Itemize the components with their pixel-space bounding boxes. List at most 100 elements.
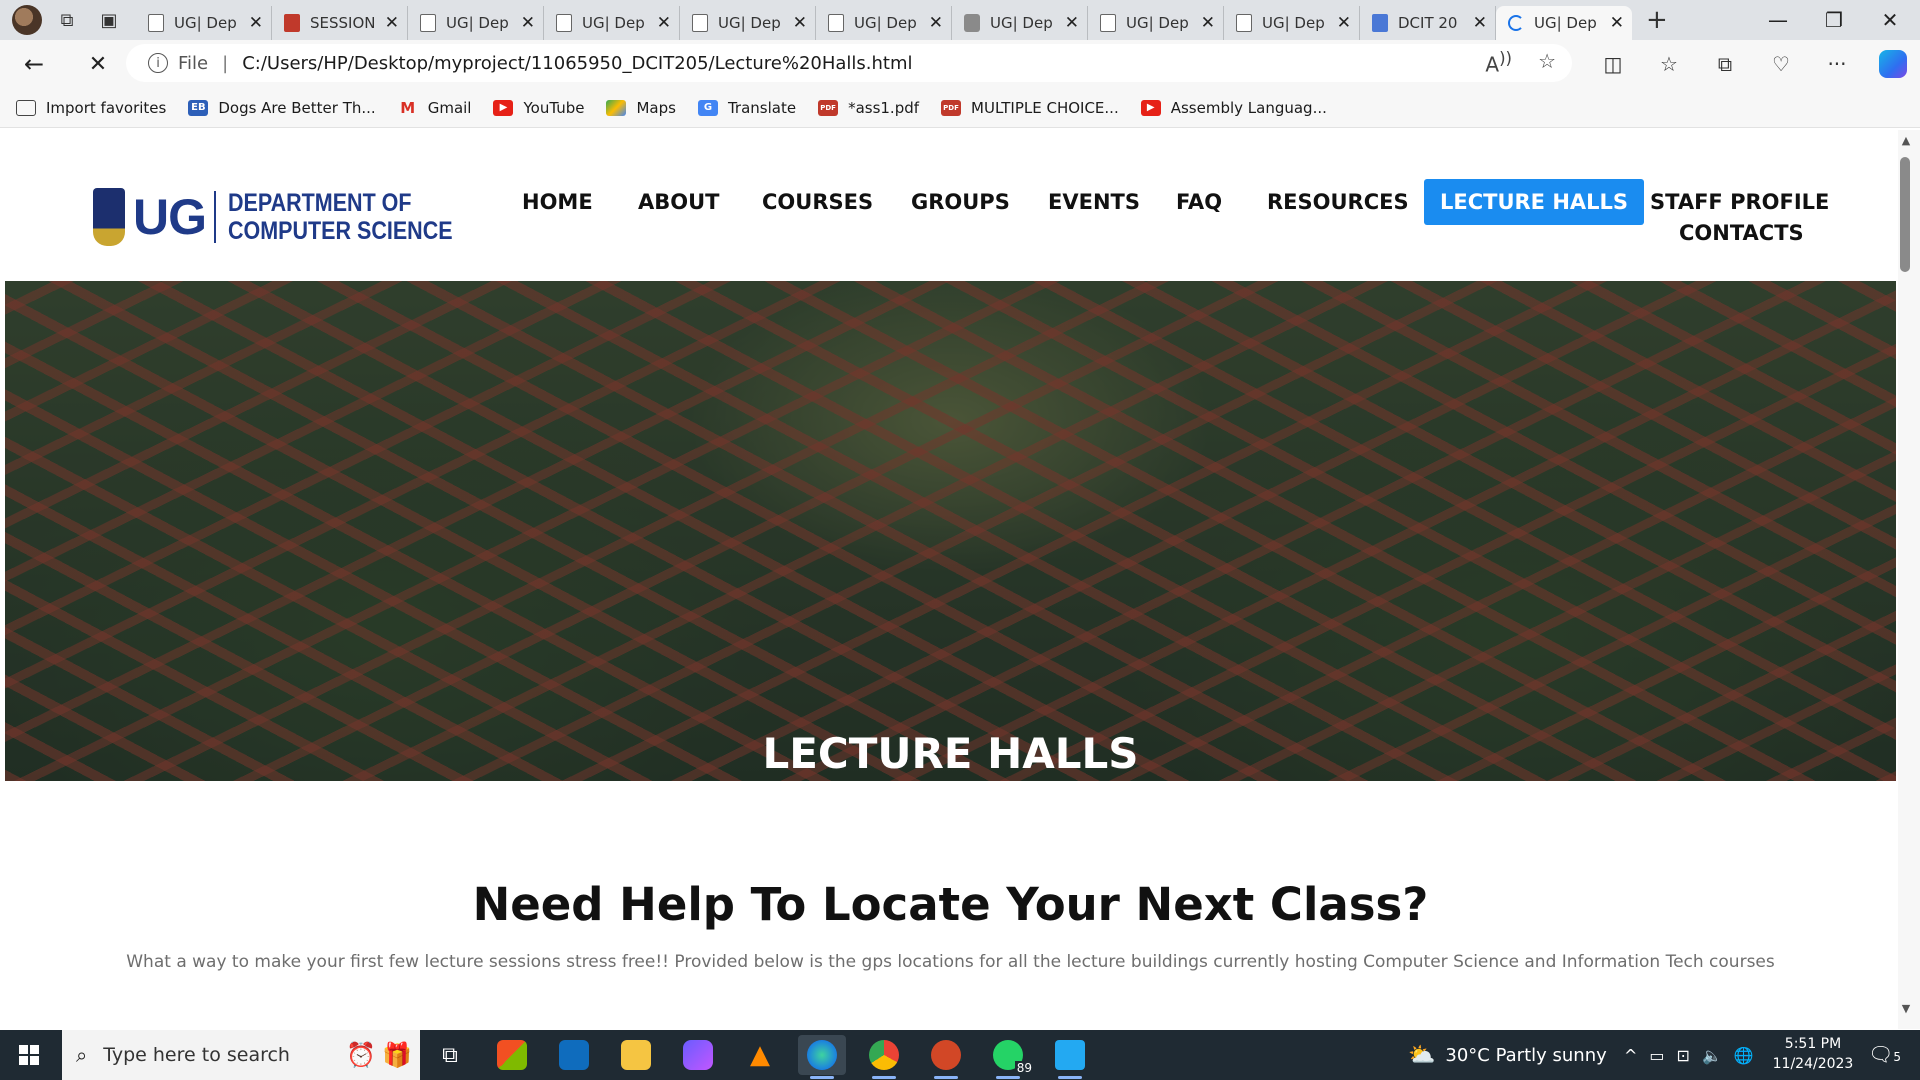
task-view-icon[interactable]: ⧉ xyxy=(426,1035,474,1075)
network-globe-icon[interactable]: 🌐 xyxy=(1734,1046,1754,1065)
weather-widget[interactable]: ⛅ 30°C Partly sunny xyxy=(1408,1030,1607,1080)
favorite-item[interactable]: ▶ Assembly Languag... xyxy=(1140,99,1327,117)
notifications-icon[interactable]: 🗨5 xyxy=(1868,1042,1901,1066)
search-placeholder: Type here to search xyxy=(103,1044,290,1066)
favorite-item[interactable]: EB Dogs Are Better Th... xyxy=(188,99,376,117)
nav-contacts[interactable]: CONTACTS xyxy=(1663,210,1820,256)
browser-tab[interactable]: SESSION ✕ xyxy=(272,6,408,40)
vlc-icon[interactable]: ▲ xyxy=(736,1035,784,1075)
close-tab-icon[interactable]: ✕ xyxy=(1610,13,1624,33)
powerpoint-icon[interactable] xyxy=(922,1035,970,1079)
close-tab-icon[interactable]: ✕ xyxy=(1473,13,1487,33)
browser-tab-active[interactable]: UG| Dep ✕ xyxy=(1496,6,1632,40)
browser-tab[interactable]: UG| Dep ✕ xyxy=(544,6,680,40)
favorite-item[interactable]: Maps xyxy=(606,99,676,117)
browser-tab-strip: ⧉ ▣ UG| Dep ✕ SESSION ✕ UG| Dep ✕ UG| Dep ✕ … xyxy=(0,0,1920,40)
chrome-icon[interactable] xyxy=(860,1035,908,1079)
tab-actions-icon[interactable]: ▣ xyxy=(92,3,126,37)
nav-faq[interactable]: FAQ xyxy=(1160,179,1238,225)
stop-loading-icon[interactable]: ✕ xyxy=(78,44,118,84)
taskbar: ⌕ Type here to search ⏰ 🎁 ⧉ ▲ 89 ⛅ 30°C … xyxy=(0,1030,1920,1080)
favorite-item[interactable]: PDF MULTIPLE CHOICE... xyxy=(941,99,1119,117)
volume-icon[interactable]: 🔈 xyxy=(1702,1046,1722,1065)
close-tab-icon[interactable]: ✕ xyxy=(929,13,943,33)
battery-icon[interactable]: ▭ xyxy=(1649,1046,1664,1065)
address-bar[interactable]: i File | C:/Users/HP/Desktop/myproject/1… xyxy=(126,44,1572,82)
close-tab-icon[interactable]: ✕ xyxy=(521,13,535,33)
alarm-clock-icon[interactable]: ⏰ xyxy=(346,1041,376,1069)
url-separator: | xyxy=(222,52,229,74)
show-hidden-icons-icon[interactable]: ^ xyxy=(1624,1046,1637,1065)
browser-tab[interactable]: UG| Dep ✕ xyxy=(680,6,816,40)
favorite-import[interactable]: Import favorites xyxy=(16,99,166,117)
nav-about[interactable]: ABOUT xyxy=(622,179,736,225)
favorite-item[interactable]: ▶ YouTube xyxy=(493,99,584,117)
taskbar-clock[interactable]: 5:51 PM 11/24/2023 xyxy=(1768,1034,1858,1074)
doc-icon xyxy=(1372,14,1388,32)
browser-tab[interactable]: UG| Dep ✕ xyxy=(952,6,1088,40)
favorite-item[interactable]: PDF *ass1.pdf xyxy=(818,99,919,117)
media-player-icon[interactable] xyxy=(674,1035,722,1075)
info-icon[interactable]: i xyxy=(148,53,168,73)
favorite-star-icon[interactable]: ☆ xyxy=(1538,49,1556,77)
close-tab-icon[interactable]: ✕ xyxy=(793,13,807,33)
close-tab-icon[interactable]: ✕ xyxy=(657,13,671,33)
whatsapp-icon[interactable]: 89 xyxy=(984,1035,1034,1079)
workspaces-icon[interactable]: ⧉ xyxy=(50,3,84,37)
browser-tab[interactable]: UG| Dep ✕ xyxy=(136,6,272,40)
scroll-down-icon[interactable]: ▼ xyxy=(1897,1002,1915,1015)
nav-events[interactable]: EVENTS xyxy=(1032,179,1156,225)
close-window-icon[interactable]: ✕ xyxy=(1862,0,1918,40)
split-screen-icon[interactable]: ◫ xyxy=(1596,47,1630,81)
browser-tab[interactable]: UG| Dep ✕ xyxy=(816,6,952,40)
page-icon xyxy=(692,14,708,32)
copilot-icon[interactable] xyxy=(1876,47,1910,81)
favorite-item[interactable]: G Translate xyxy=(697,99,796,117)
gift-icon[interactable]: 🎁 xyxy=(382,1041,412,1069)
nav-courses[interactable]: COURSES xyxy=(746,179,889,225)
edge-browser-icon[interactable] xyxy=(798,1035,846,1079)
read-aloud-icon[interactable]: A)) xyxy=(1485,49,1512,77)
tab-list: UG| Dep ✕ SESSION ✕ UG| Dep ✕ UG| Dep ✕ UG| … xyxy=(136,0,1632,40)
restore-icon[interactable]: ❐ xyxy=(1806,0,1862,40)
file-explorer-icon[interactable] xyxy=(612,1035,660,1075)
nav-groups[interactable]: GROUPS xyxy=(895,179,1026,225)
start-button[interactable] xyxy=(0,1030,58,1080)
close-tab-icon[interactable]: ✕ xyxy=(249,13,263,33)
close-tab-icon[interactable]: ✕ xyxy=(1201,13,1215,33)
minimize-icon[interactable]: — xyxy=(1750,0,1806,40)
maps-icon xyxy=(606,99,627,116)
mail-icon[interactable] xyxy=(550,1035,598,1075)
collections-icon[interactable]: ⧉ xyxy=(1708,47,1742,81)
youtube-icon: ▶ xyxy=(1140,99,1161,116)
scroll-up-icon[interactable]: ▲ xyxy=(1897,134,1915,147)
browser-tab[interactable]: UG| Dep ✕ xyxy=(408,6,544,40)
hero-banner: LECTURE HALLS xyxy=(5,281,1896,781)
browser-tab[interactable]: UG| Dep ✕ xyxy=(1088,6,1224,40)
nav-resources[interactable]: RESOURCES xyxy=(1251,179,1425,225)
favorite-item[interactable]: M Gmail xyxy=(398,99,471,117)
more-menu-icon[interactable]: ··· xyxy=(1820,47,1854,81)
close-tab-icon[interactable]: ✕ xyxy=(1065,13,1079,33)
browser-tab[interactable]: UG| Dep ✕ xyxy=(1224,6,1360,40)
back-arrow-icon[interactable]: ← xyxy=(14,44,54,84)
scroll-thumb[interactable] xyxy=(1900,157,1910,272)
profile-avatar[interactable] xyxy=(12,5,42,35)
nav-home[interactable]: HOME xyxy=(506,179,609,225)
taskbar-search[interactable]: ⌕ Type here to search ⏰ 🎁 xyxy=(62,1030,420,1080)
microsoft-store-icon[interactable] xyxy=(488,1035,536,1075)
site-header: UG DEPARTMENT OF COMPUTER SCIENCE HOME A… xyxy=(5,130,1898,281)
hero-title: LECTURE HALLS xyxy=(762,729,1139,778)
new-tab-icon[interactable]: + xyxy=(1646,5,1668,35)
close-tab-icon[interactable]: ✕ xyxy=(385,13,399,33)
close-tab-icon[interactable]: ✕ xyxy=(1337,13,1351,33)
favorites-icon[interactable]: ☆ xyxy=(1652,47,1686,81)
page-icon xyxy=(1100,14,1116,32)
vscode-icon[interactable] xyxy=(1046,1035,1094,1079)
browser-tab[interactable]: DCIT 20 ✕ xyxy=(1360,6,1496,40)
page-icon xyxy=(420,14,436,32)
nav-lecture-halls[interactable]: LECTURE HALLS xyxy=(1424,179,1645,225)
browser-essentials-icon[interactable]: ♡ xyxy=(1764,47,1798,81)
url-text[interactable]: C:/Users/HP/Desktop/myproject/11065950_D… xyxy=(242,53,912,74)
device-icon[interactable]: ⊡ xyxy=(1677,1046,1690,1065)
